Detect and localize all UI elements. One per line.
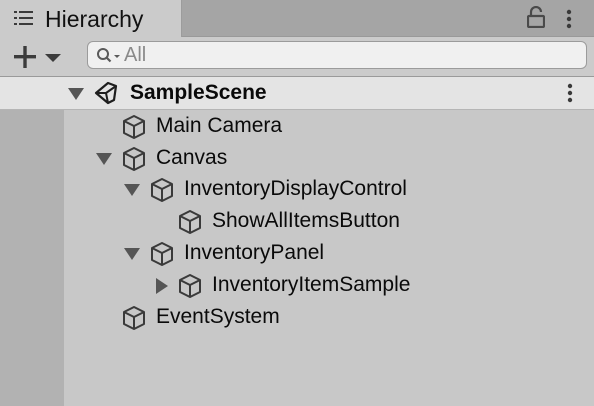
foldout-expanded-icon[interactable] [123, 246, 141, 262]
hierarchy-item-main-camera[interactable]: Main Camera [64, 110, 594, 142]
hierarchy-item-event-system[interactable]: EventSystem [64, 301, 594, 333]
foldout-collapsed-icon[interactable] [154, 278, 172, 294]
tab-title: Hierarchy [45, 6, 144, 32]
gameobject-cube-icon [123, 115, 145, 139]
unity-scene-icon [94, 81, 118, 105]
hierarchy-item-label: EventSystem [156, 305, 280, 328]
hierarchy-item-inventory-display-control[interactable]: InventoryDisplayControl [64, 173, 594, 205]
hierarchy-item-canvas[interactable]: Canvas [64, 142, 594, 174]
hierarchy-item-label: InventoryDisplayControl [184, 177, 407, 200]
foldout-expanded-icon[interactable] [95, 151, 113, 167]
scene-name: SampleScene [130, 81, 267, 104]
hierarchy-item-label: Canvas [156, 146, 228, 169]
hierarchy-item-inventory-panel[interactable]: InventoryPanel [64, 237, 594, 269]
hierarchy-window: Hierarchy All SampleScene Main Camera Ca… [0, 0, 594, 406]
hierarchy-item-label: InventoryItemSample [212, 273, 411, 296]
tab-hierarchy[interactable]: Hierarchy [0, 0, 182, 37]
gameobject-cube-icon [151, 242, 173, 266]
hierarchy-item-inventory-item-sample[interactable]: InventoryItemSample [64, 269, 594, 301]
hierarchy-list-icon [14, 11, 33, 25]
hierarchy-item-show-all-items-button[interactable]: ShowAllItemsButton [64, 205, 594, 237]
hierarchy-toolbar [0, 37, 594, 77]
scene-row[interactable]: SampleScene [0, 77, 594, 110]
gameobject-cube-icon [151, 178, 173, 202]
foldout-expanded-icon[interactable] [123, 182, 141, 198]
gameobject-cube-icon [179, 274, 201, 298]
caret-down-icon [45, 54, 61, 62]
search-input[interactable] [124, 42, 564, 68]
gameobject-cube-icon [123, 147, 145, 171]
hierarchy-tree: Main Camera Canvas InventoryDisplayContr… [64, 110, 594, 406]
gameobject-cube-icon [179, 210, 201, 234]
kebab-menu-icon[interactable] [565, 9, 573, 29]
foldout-expanded-icon[interactable] [67, 86, 85, 102]
hierarchy-item-label: ShowAllItemsButton [212, 209, 400, 232]
hierarchy-gutter [0, 110, 64, 406]
search-field[interactable] [87, 41, 587, 69]
plus-icon [14, 46, 36, 68]
create-dropdown-button[interactable] [10, 43, 66, 71]
search-icon [97, 48, 120, 63]
tab-bar: Hierarchy [0, 0, 594, 37]
kebab-menu-icon[interactable] [566, 83, 574, 103]
hierarchy-item-label: InventoryPanel [184, 241, 325, 264]
gameobject-cube-icon [123, 306, 145, 330]
hierarchy-item-label: Main Camera [156, 114, 283, 137]
lock-icon[interactable] [527, 6, 545, 28]
